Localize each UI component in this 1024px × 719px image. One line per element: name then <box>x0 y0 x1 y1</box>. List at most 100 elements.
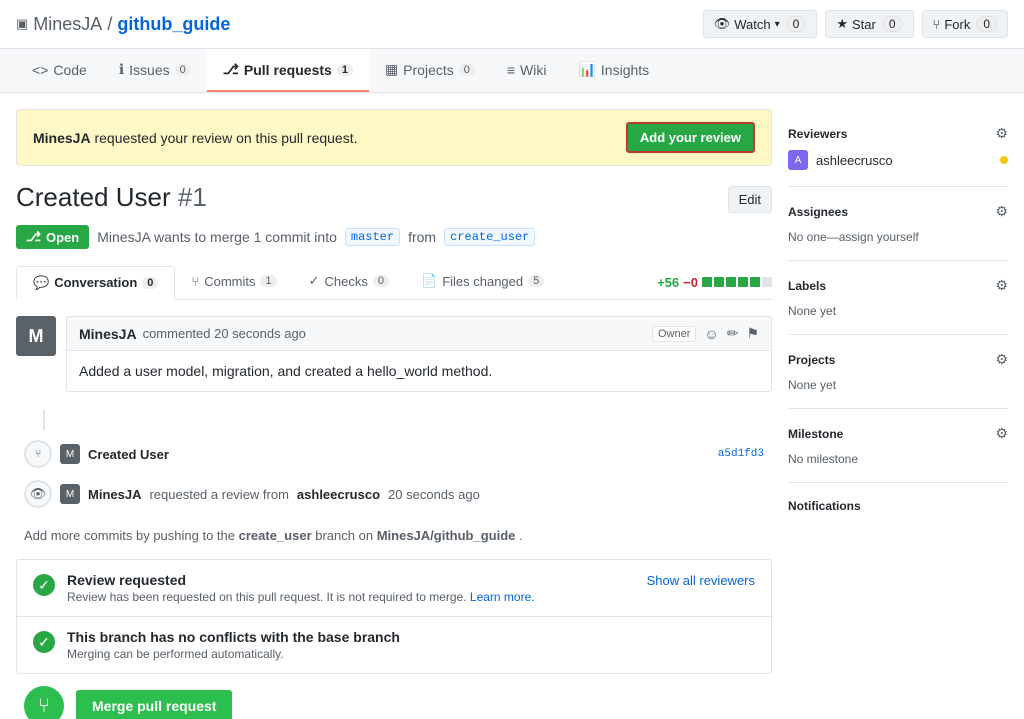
repo-icon: ▣ <box>16 16 28 32</box>
merge-button[interactable]: Merge pull request <box>76 690 232 719</box>
nav-tabs: <> Code ℹ Issues 0 ⎇ Pull requests 1 ▦ P… <box>0 49 1024 93</box>
sidebar-reviewers: Reviewers ⚙ A ashleecrusco <box>788 109 1008 187</box>
diff-boxes <box>702 277 772 287</box>
check-review-item: ✓ Review requested Show all reviewers Re… <box>17 560 771 617</box>
tab-projects[interactable]: ▦ Projects 0 <box>369 49 491 92</box>
projects-empty: None yet <box>788 378 836 392</box>
comment-header: MinesJA commented 20 seconds ago Owner ☺… <box>67 317 771 351</box>
push-notice: Add more commits by pushing to the creat… <box>16 528 772 543</box>
checks-icon: ✓ <box>309 273 320 289</box>
diff-box-5 <box>750 277 760 287</box>
check-merge-icon: ✓ <box>33 631 55 653</box>
repo-title: ▣ MinesJA / github_guide <box>16 14 230 35</box>
conversation-icon: 💬 <box>33 275 49 291</box>
add-review-button[interactable]: Add your review <box>626 122 755 153</box>
repo-name[interactable]: github_guide <box>117 14 230 35</box>
review-avatar-sm: M <box>60 484 80 504</box>
emoji-button[interactable]: ☺ <box>704 326 718 342</box>
milestone-title: Milestone <box>788 427 843 441</box>
header-actions: 👁 Watch ▾ 0 ★ Star 0 ⑂ Fork 0 <box>703 10 1008 38</box>
push-end: . <box>519 528 523 543</box>
check-review-content: Review requested Show all reviewers Revi… <box>67 572 755 604</box>
tab-pullrequests[interactable]: ⎇ Pull requests 1 <box>207 49 369 92</box>
files-icon: 📄 <box>421 273 437 289</box>
flag-icon[interactable]: ⚑ <box>746 325 759 342</box>
pr-icon: ⎇ <box>223 61 239 78</box>
timeline-line <box>43 410 45 430</box>
diff-box-6 <box>762 277 772 287</box>
pr-count: 1 <box>337 64 353 76</box>
subtab-conversation[interactable]: 💬 Conversation 0 <box>16 266 175 300</box>
diff-box-1 <box>702 277 712 287</box>
check-review-title: Review requested Show all reviewers <box>67 572 755 588</box>
comment-box: MinesJA commented 20 seconds ago Owner ☺… <box>66 316 772 392</box>
subtab-checks[interactable]: ✓ Checks 0 <box>293 265 405 299</box>
watch-dropdown-icon: ▾ <box>775 19 780 30</box>
commits-count: 1 <box>260 275 276 287</box>
assignees-gear[interactable]: ⚙ <box>995 203 1008 220</box>
check-merge-title: This branch has no conflicts with the ba… <box>67 629 400 645</box>
tab-code[interactable]: <> Code <box>16 50 103 92</box>
status-checks: ✓ Review requested Show all reviewers Re… <box>16 559 772 674</box>
pr-meta: ⎇ Open MinesJA wants to merge 1 commit i… <box>16 225 772 249</box>
check-merge-desc: Merging can be performed automatically. <box>67 647 400 661</box>
review-banner: MinesJA requested your review on this pu… <box>16 109 772 166</box>
milestone-empty: No milestone <box>788 452 858 466</box>
reviewers-gear[interactable]: ⚙ <box>995 125 1008 142</box>
merge-left-icon: ⑂ <box>24 686 64 719</box>
diff-box-3 <box>726 277 736 287</box>
projects-gear[interactable]: ⚙ <box>995 351 1008 368</box>
commit-avatar-sm: M <box>60 444 80 464</box>
review-author: MinesJA <box>88 487 141 502</box>
timeline-review: 👁 M MinesJA requested a review from ashl… <box>24 472 764 516</box>
labels-gear[interactable]: ⚙ <box>995 277 1008 294</box>
issues-count: 0 <box>175 64 191 76</box>
star-button[interactable]: ★ Star 0 <box>825 10 913 38</box>
edit-icon[interactable]: ✏ <box>727 325 739 342</box>
review-text: requested a review from <box>149 487 288 502</box>
edit-button[interactable]: Edit <box>728 186 772 213</box>
push-repo: MinesJA/github_guide <box>377 528 516 543</box>
assignees-empty: No one—assign yourself <box>788 230 919 244</box>
conversation-label: Conversation <box>54 275 137 290</box>
subtab-fileschanged[interactable]: 📄 Files changed 5 <box>405 265 560 299</box>
learn-more-link[interactable]: Learn more. <box>470 590 535 604</box>
fileschanged-count: 5 <box>528 275 544 287</box>
commits-label: Commits <box>204 274 255 289</box>
comment-wrapper: M MinesJA commented 20 seconds ago Owner… <box>16 316 772 392</box>
show-reviewers-link[interactable]: Show all reviewers <box>647 573 755 588</box>
milestone-gear[interactable]: ⚙ <box>995 425 1008 442</box>
conversation-count: 0 <box>142 277 158 289</box>
repo-separator: / <box>107 14 112 35</box>
fork-count: 0 <box>976 16 997 32</box>
tab-insights[interactable]: 📊 Insights <box>562 49 665 92</box>
subtab-commits[interactable]: ⑂ Commits 1 <box>175 266 292 299</box>
sidebar-assignees: Assignees ⚙ No one—assign yourself <box>788 187 1008 261</box>
comment-body: Added a user model, migration, and creat… <box>67 351 771 391</box>
check-review-desc: Review has been requested on this pull r… <box>67 590 755 604</box>
tab-issues[interactable]: ℹ Issues 0 <box>103 49 207 92</box>
check-merge-item: ✓ This branch has no conflicts with the … <box>17 617 771 673</box>
sub-tabs: 💬 Conversation 0 ⑂ Commits 1 ✓ Checks 0 … <box>16 265 772 300</box>
reviewer-name[interactable]: ashleecrusco <box>816 153 893 168</box>
pr-open-icon: ⎇ <box>26 229 41 245</box>
reviewers-header: Reviewers ⚙ <box>788 125 1008 142</box>
pr-title: Created User <box>16 182 171 212</box>
watch-label: Watch <box>734 17 770 32</box>
milestone-header: Milestone ⚙ <box>788 425 1008 442</box>
labels-title: Labels <box>788 279 826 293</box>
watch-button[interactable]: 👁 Watch ▾ 0 <box>703 10 818 38</box>
merge-section: ⑂ Merge pull request <box>16 686 772 719</box>
head-branch: create_user <box>444 228 535 246</box>
reviewer-item: A ashleecrusco <box>788 150 1008 170</box>
sidebar-labels: Labels ⚙ None yet <box>788 261 1008 335</box>
repo-owner[interactable]: MinesJA <box>33 14 102 35</box>
sidebar-milestone: Milestone ⚙ No milestone <box>788 409 1008 483</box>
fork-button[interactable]: ⑂ Fork 0 <box>922 10 1009 38</box>
tab-wiki[interactable]: ≡ Wiki <box>491 50 563 92</box>
projects-icon: ▦ <box>385 61 398 78</box>
pr-heading: Created User #1 <box>16 182 207 213</box>
star-count: 0 <box>882 16 903 32</box>
comment-header-right: Owner ☺ ✏ ⚑ <box>652 325 759 342</box>
insights-label: Insights <box>601 62 649 78</box>
